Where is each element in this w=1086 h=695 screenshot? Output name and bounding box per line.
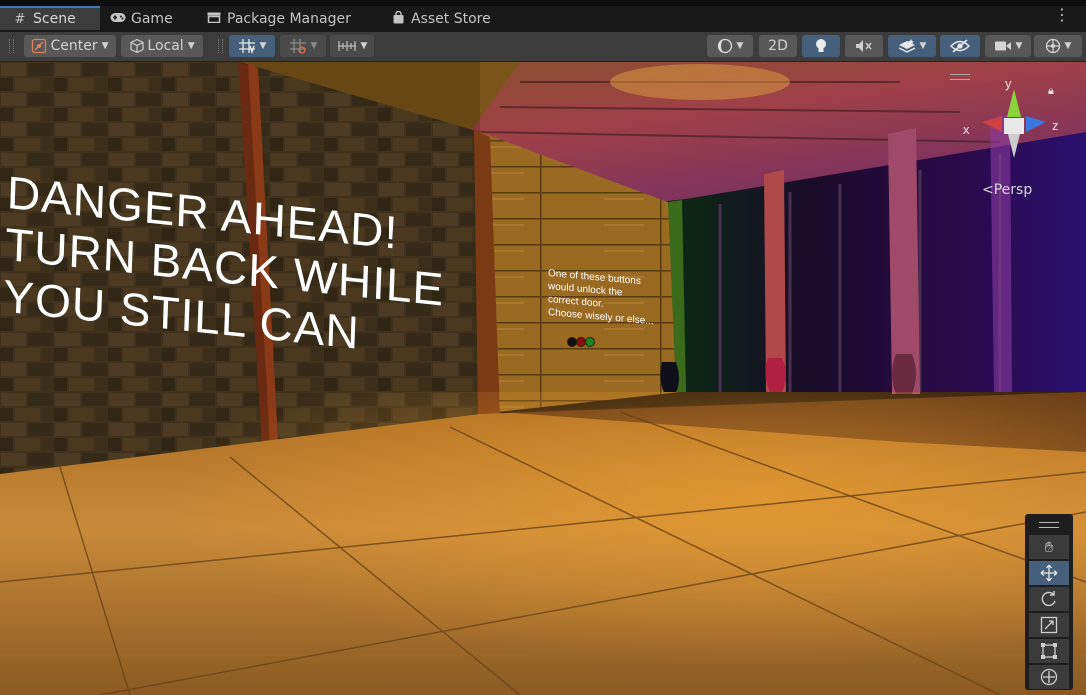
wall-button: [576, 337, 586, 347]
tab-package-manager[interactable]: Package Manager: [206, 6, 351, 32]
rotate-icon: [1041, 591, 1056, 607]
scale-tool-button[interactable]: [1029, 613, 1069, 637]
chevron-down-icon: ▼: [736, 41, 744, 51]
hand-tool-button[interactable]: ✋︎: [1029, 535, 1069, 559]
move-tool-button[interactable]: [1029, 561, 1069, 585]
package-icon: [206, 12, 222, 27]
light-bulb-icon: [816, 39, 826, 52]
lighting-toggle[interactable]: [802, 35, 840, 57]
pivot-center-icon: [32, 38, 47, 54]
audio-toggle[interactable]: [845, 35, 883, 57]
wall-button: [585, 337, 595, 347]
shading-mode-dropdown[interactable]: ▼: [707, 35, 753, 57]
scene-visibility-toggle[interactable]: [940, 35, 980, 57]
audio-muted-icon: [856, 40, 872, 52]
scene-render: [0, 62, 1086, 695]
grid-snap-icon: [238, 39, 255, 54]
chevron-down-icon: ▼: [360, 41, 368, 51]
tab-label: Game: [131, 11, 173, 27]
local-cube-icon: [130, 38, 144, 54]
transform-icon: [1040, 668, 1058, 686]
ruler-toggle[interactable]: ▼: [330, 35, 374, 57]
axis-x-label: x: [963, 122, 970, 137]
rect-transform-icon: [1041, 643, 1057, 659]
gizmo-drag-handle[interactable]: [950, 74, 970, 80]
tab-scene[interactable]: # Scene: [0, 6, 100, 30]
effects-layers-icon: [898, 39, 915, 53]
gizmo-globe-icon: [1045, 38, 1060, 54]
ruler-icon: [337, 41, 356, 51]
pivot-mode-dropdown[interactable]: Center ▼: [24, 35, 116, 57]
hint-sign: One of these buttons would unlock the co…: [548, 267, 658, 329]
projection-toggle[interactable]: <Persp: [982, 182, 1032, 198]
scene-viewport[interactable]: 🔒︎ y x z <Persp DANGER AHEAD! TURN BACK …: [0, 62, 1086, 695]
axis-y-label: y: [1005, 76, 1012, 91]
chevron-down-icon: ▼: [101, 41, 109, 51]
tab-label: Package Manager: [227, 11, 351, 27]
grid-snapping-toggle[interactable]: ▼: [229, 35, 275, 57]
toggle-2d-button[interactable]: 2D: [759, 35, 797, 57]
increment-snap-toggle[interactable]: ▼: [280, 35, 326, 57]
hidden-eye-icon: [950, 39, 970, 53]
snap-increment-icon: [289, 39, 306, 54]
rotate-tool-button[interactable]: [1029, 587, 1069, 611]
effects-dropdown[interactable]: ▼: [888, 35, 936, 57]
scale-icon: [1040, 616, 1058, 634]
more-options-icon[interactable]: ⋮: [1054, 7, 1070, 23]
camera-icon: [994, 41, 1011, 51]
chevron-down-icon: ▼: [1015, 41, 1023, 51]
pivot-rotation-label: Local: [147, 38, 184, 54]
chevron-down-icon: ▼: [259, 41, 267, 51]
chevron-down-icon: ▼: [310, 41, 318, 51]
tab-game[interactable]: Game: [110, 6, 173, 32]
toolbar-grip[interactable]: [218, 39, 223, 53]
toolbar-grip[interactable]: [9, 39, 14, 53]
pivot-mode-label: Center: [50, 38, 98, 54]
shading-sphere-icon: [717, 38, 732, 54]
window-tab-bar: # Scene Game Package Manager Asset Store…: [0, 0, 1086, 32]
move-arrows-icon: [1040, 564, 1058, 582]
gizmos-dropdown[interactable]: ▼: [1034, 35, 1082, 57]
chevron-down-icon: ▼: [187, 41, 195, 51]
lock-icon[interactable]: 🔒︎: [1048, 84, 1054, 98]
grid-icon: #: [14, 11, 26, 27]
chevron-down-icon: ▼: [919, 41, 927, 51]
tab-label: Scene: [33, 11, 76, 27]
gamepad-icon: [110, 12, 126, 27]
overlay-drag-handle[interactable]: [1039, 522, 1059, 528]
chevron-down-icon: ▼: [1064, 41, 1072, 51]
scene-toolbar: Center ▼ Local ▼ ▼ ▼ ▼ ▼ 2D ▼ ▼ ▼: [0, 32, 1086, 62]
transform-tool-button[interactable]: [1029, 665, 1069, 689]
camera-settings-dropdown[interactable]: ▼: [985, 35, 1031, 57]
pivot-rotation-dropdown[interactable]: Local ▼: [121, 35, 203, 57]
wall-button: [567, 337, 577, 347]
projection-label: Persp: [993, 182, 1033, 198]
rect-tool-button[interactable]: [1029, 639, 1069, 663]
tab-label: Asset Store: [411, 11, 491, 27]
tools-overlay: ✋︎: [1025, 514, 1073, 690]
tab-asset-store[interactable]: Asset Store: [390, 6, 491, 32]
axis-z-label: z: [1052, 118, 1059, 133]
hand-icon: ✋︎: [1044, 538, 1054, 556]
shopping-bag-icon: [390, 10, 406, 28]
toggle-2d-label: 2D: [768, 38, 788, 54]
